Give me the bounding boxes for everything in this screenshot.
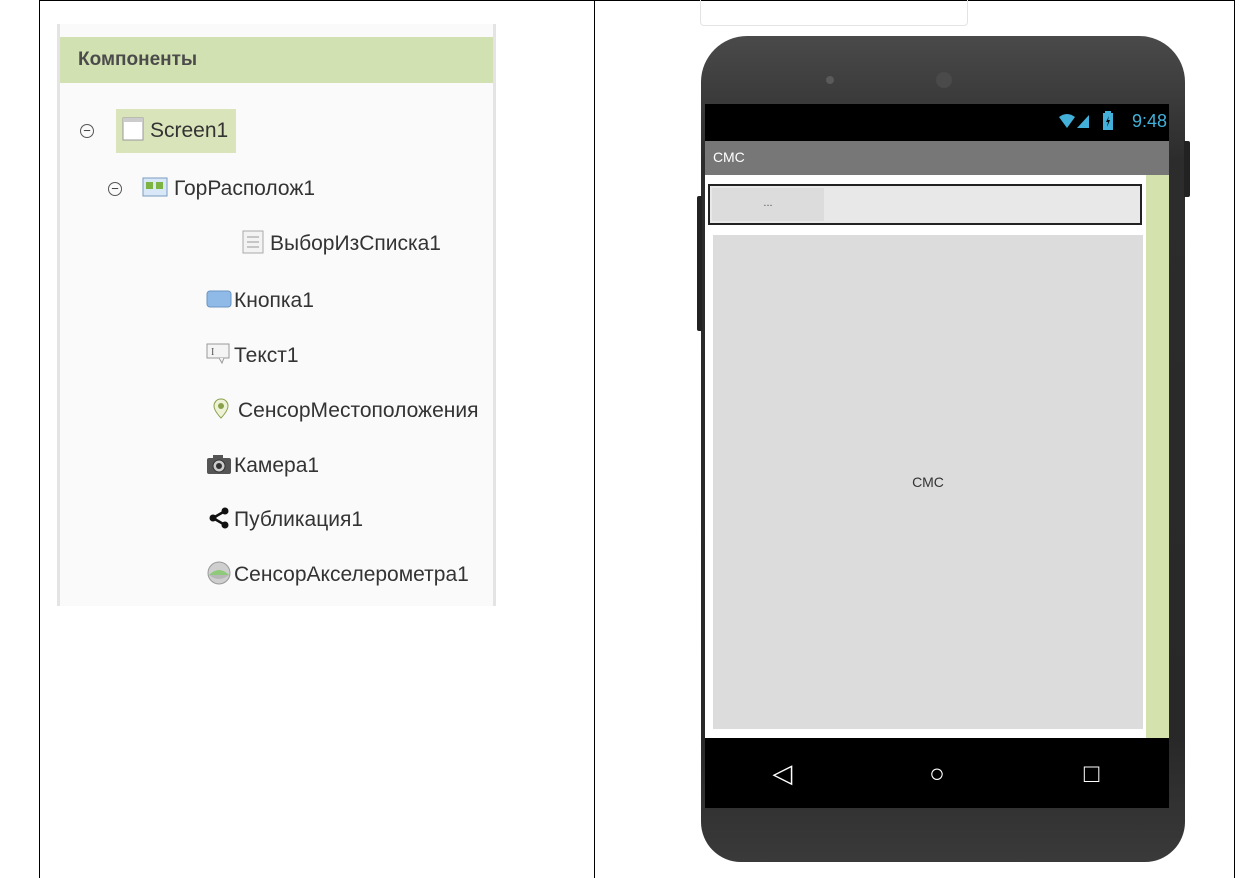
- tree-item-label: Кнопка1: [234, 289, 314, 312]
- tree-item-sharing[interactable]: Публикация1: [208, 498, 363, 542]
- horizontal-arrangement: ...: [708, 184, 1142, 225]
- list-picker-icon: [242, 230, 264, 259]
- textbox-icon: I: [206, 343, 232, 370]
- phone-camera-icon: [936, 72, 952, 88]
- screen-icon: [122, 117, 144, 146]
- navigation-bar: ◁ ○ □: [705, 738, 1169, 808]
- horizontal-arrangement-icon: [142, 176, 168, 203]
- tree-item-textbox[interactable]: I Текст1: [206, 334, 299, 378]
- share-icon: [208, 507, 230, 534]
- camera-icon: [206, 453, 232, 480]
- app-title-bar: СМС: [705, 141, 1169, 175]
- recent-apps-icon[interactable]: □: [1062, 758, 1122, 789]
- phone-frame-top-box: [700, 0, 968, 26]
- app-title: СМС: [713, 149, 745, 165]
- tree-item-button[interactable]: Кнопка1: [206, 279, 314, 323]
- list-picker-button[interactable]: ...: [712, 188, 824, 221]
- tree-item-location-sensor[interactable]: СенсорМестоположения: [212, 389, 478, 433]
- wifi-signal-icon: [1057, 112, 1091, 135]
- components-header: Компоненты: [60, 37, 493, 83]
- status-bar: 9:48: [705, 104, 1169, 141]
- components-panel: Компоненты − Screen1 − ГорРасполож1 Выбо…: [57, 24, 496, 606]
- collapse-toggle-icon[interactable]: −: [80, 124, 94, 138]
- tree-item-horizontal-arrangement[interactable]: − ГорРасполож1: [108, 167, 315, 211]
- svg-text:I: I: [211, 347, 214, 358]
- sms-button[interactable]: СМС: [713, 235, 1143, 729]
- tree-item-label: СенсорМестоположения: [238, 399, 479, 422]
- tree-item-label: ВыборИзСписка1: [270, 232, 441, 255]
- tree-item-list-picker[interactable]: ВыборИзСписка1: [242, 222, 441, 266]
- tree-item-label: Публикация1: [234, 508, 364, 531]
- accelerometer-icon: [206, 561, 232, 590]
- sms-button-label: СМС: [912, 474, 944, 490]
- button-icon: [206, 289, 232, 314]
- phone-power-button: [1184, 141, 1190, 197]
- home-icon[interactable]: ○: [907, 758, 967, 789]
- status-time: 9:48: [1131, 111, 1167, 131]
- scroll-indicator: [1146, 175, 1169, 738]
- tree-item-label: СенсорАкселерометра1: [234, 563, 469, 586]
- collapse-toggle-icon[interactable]: −: [108, 182, 122, 196]
- tree-item-label: Screen1: [150, 119, 229, 142]
- tree-item-label: Камера1: [234, 454, 320, 477]
- tree-item-camera[interactable]: Камера1: [206, 444, 319, 488]
- tree-item-screen1[interactable]: − Screen1: [80, 109, 237, 153]
- back-icon[interactable]: ◁: [752, 758, 812, 789]
- tree-item-label: ГорРасполож1: [174, 177, 316, 200]
- phone-screen: 9:48 СМС ... СМС: [705, 104, 1169, 738]
- battery-icon: [1102, 111, 1114, 136]
- selected-node-highlight[interactable]: Screen1: [116, 109, 237, 153]
- phone-sensor-dot: [826, 76, 834, 84]
- tree-item-label: Текст1: [234, 344, 299, 367]
- location-sensor-icon: [212, 397, 230, 426]
- table-cell-divider: [594, 0, 595, 878]
- tree-item-accelerometer[interactable]: СенсорАкселерометра1: [206, 553, 469, 597]
- phone-volume-button: [697, 196, 702, 331]
